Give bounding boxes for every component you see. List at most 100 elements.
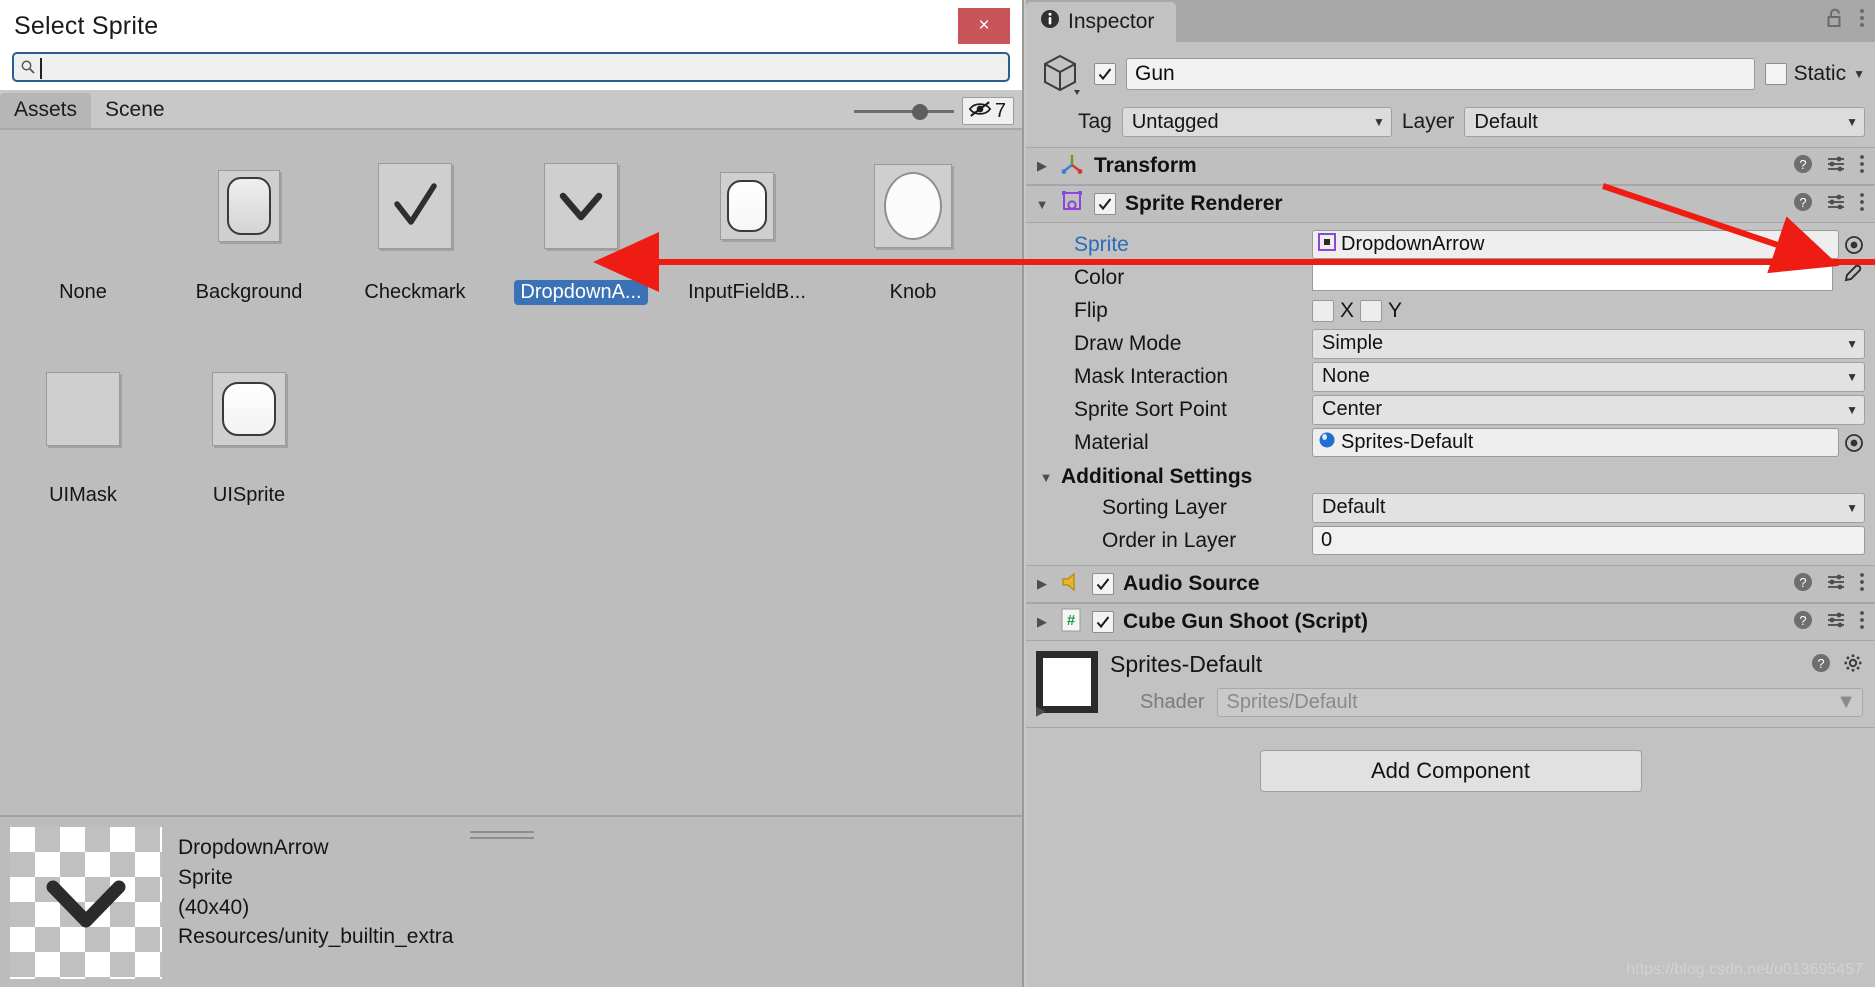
- help-icon[interactable]: ?: [1793, 192, 1813, 217]
- draw-mode-dropdown[interactable]: Simple ▼: [1312, 328, 1865, 359]
- search-icon: [20, 59, 36, 75]
- chevron-down-icon: ▼: [1846, 402, 1858, 417]
- tag-dropdown[interactable]: Untagged ▼: [1121, 107, 1392, 137]
- flip-toggle-group: X Y: [1312, 299, 1402, 323]
- property-label: Flip: [1074, 298, 1108, 322]
- foldout-arrow-icon[interactable]: ▶: [1036, 703, 1046, 719]
- flip-y-checkbox[interactable]: [1360, 299, 1383, 322]
- kebab-menu-icon[interactable]: [1859, 610, 1865, 635]
- flip-x-checkbox[interactable]: [1312, 299, 1334, 322]
- property-label: Sprite: [1074, 232, 1129, 256]
- thumbnail-size-slider[interactable]: [850, 97, 958, 125]
- eyedropper-icon[interactable]: [1839, 263, 1865, 292]
- resize-grip[interactable]: [470, 831, 534, 843]
- tag-label: Tag: [1078, 110, 1112, 133]
- property-label: Sprite Sort Point: [1074, 397, 1227, 421]
- tab-assets[interactable]: Assets: [0, 92, 92, 128]
- foldout-arrow-icon[interactable]: ▼: [1038, 470, 1054, 485]
- sprite-object-field[interactable]: DropdownArrow: [1312, 230, 1839, 259]
- gear-icon[interactable]: [1843, 653, 1863, 678]
- tab-scene[interactable]: Scene: [91, 93, 179, 128]
- foldout-arrow-icon[interactable]: ▶: [1034, 614, 1050, 630]
- sprite-renderer-enabled-checkbox[interactable]: [1094, 193, 1116, 215]
- chevron-down-icon[interactable]: ▼: [1853, 67, 1865, 81]
- sorting-layer-dropdown[interactable]: Default ▼: [1312, 492, 1865, 523]
- static-checkbox[interactable]: [1764, 63, 1787, 85]
- slider-track: [853, 110, 954, 113]
- property-row-color: Color: [1036, 261, 1865, 294]
- svg-text:?: ?: [1799, 157, 1806, 172]
- kebab-menu-icon[interactable]: [1859, 192, 1865, 217]
- order-in-layer-input[interactable]: [1312, 526, 1865, 555]
- preview-type: Sprite: [178, 865, 233, 889]
- color-swatch-field[interactable]: [1312, 264, 1833, 291]
- preset-icon[interactable]: [1826, 154, 1846, 179]
- search-input[interactable]: [36, 58, 1002, 76]
- svg-text:?: ?: [1799, 613, 1806, 628]
- gameobject-enabled-checkbox[interactable]: [1094, 63, 1116, 85]
- audio-source-enabled-checkbox[interactable]: [1092, 573, 1114, 595]
- layer-value: Default: [1474, 110, 1538, 133]
- sprite-picker-button[interactable]: [1843, 234, 1865, 256]
- sprite-item-dropdownarrow[interactable]: DropdownA...: [498, 152, 664, 305]
- search-box[interactable]: [12, 52, 1010, 82]
- kebab-menu-icon[interactable]: [1859, 572, 1865, 597]
- shader-dropdown[interactable]: Sprites/Default ▼: [1216, 688, 1863, 717]
- preset-icon[interactable]: [1826, 610, 1846, 635]
- sprite-thumb: [46, 361, 120, 457]
- add-component-button[interactable]: Add Component: [1259, 750, 1642, 792]
- property-row-flip: Flip X Y: [1036, 294, 1865, 327]
- sprite-item-checkmark[interactable]: Checkmark: [332, 152, 498, 305]
- component-header-cube-gun-shoot[interactable]: ▶ # Cube Gun Shoot (Script) ?: [1026, 603, 1875, 641]
- eye-off-icon: [968, 99, 992, 124]
- sprite-thumb: [720, 158, 774, 254]
- mask-interaction-dropdown[interactable]: None ▼: [1312, 361, 1865, 392]
- inputfield-background-sprite-icon: [720, 172, 774, 240]
- material-actions: ?: [1811, 653, 1863, 678]
- help-icon[interactable]: ?: [1811, 653, 1831, 678]
- lock-open-icon[interactable]: [1825, 7, 1845, 34]
- material-picker-button[interactable]: [1843, 432, 1865, 454]
- svg-text:#: #: [1067, 612, 1076, 629]
- chevron-down-icon: ▼: [1372, 115, 1385, 129]
- property-field: Default ▼: [1312, 492, 1865, 523]
- tab-inspector[interactable]: Inspector: [1026, 2, 1177, 42]
- inspector-tabbar: Inspector: [1026, 0, 1875, 42]
- sprite-item-label: InputFieldB...: [688, 281, 806, 303]
- close-button[interactable]: ×: [958, 8, 1010, 44]
- component-header-transform[interactable]: ▶ Transform ?: [1026, 147, 1875, 185]
- property-field: X Y: [1312, 299, 1865, 323]
- gameobject-name-field[interactable]: [1126, 58, 1755, 90]
- help-icon[interactable]: ?: [1793, 572, 1813, 597]
- hidden-assets-toggle[interactable]: 7: [961, 97, 1014, 125]
- slider-knob[interactable]: [911, 104, 928, 120]
- help-icon[interactable]: ?: [1793, 610, 1813, 635]
- preset-icon[interactable]: [1826, 572, 1846, 597]
- foldout-arrow-icon[interactable]: ▶: [1034, 576, 1050, 592]
- material-object-field[interactable]: Sprites-Default: [1312, 428, 1839, 457]
- sprite-thumb: [378, 158, 452, 254]
- sprite-item-label: Knob: [889, 281, 937, 303]
- preset-icon[interactable]: [1826, 192, 1846, 217]
- sorting-layer-value: Default: [1322, 496, 1386, 518]
- sprite-item-knob[interactable]: Knob: [830, 152, 996, 305]
- sprite-item-none[interactable]: None: [0, 152, 166, 305]
- additional-settings-foldout[interactable]: ▼ Additional Settings: [1036, 459, 1865, 491]
- component-header-audio-source[interactable]: ▶ Audio Source ?: [1026, 565, 1875, 603]
- layer-dropdown[interactable]: Default ▼: [1464, 107, 1865, 137]
- foldout-arrow-icon[interactable]: ▶: [1034, 158, 1050, 174]
- sprite-item-background[interactable]: Background: [166, 152, 332, 305]
- foldout-arrow-icon[interactable]: ▼: [1034, 197, 1050, 212]
- uimask-sprite-icon: [46, 372, 120, 446]
- help-icon[interactable]: ?: [1793, 154, 1813, 179]
- search-row: [0, 52, 1022, 90]
- property-row-mask-interaction: Mask Interaction None ▼: [1036, 360, 1865, 393]
- sprite-item-uisprite[interactable]: UISprite: [166, 355, 332, 508]
- sprite-item-uimask[interactable]: UIMask: [0, 355, 166, 508]
- sprite-sort-point-dropdown[interactable]: Center ▼: [1312, 394, 1865, 425]
- kebab-menu-icon[interactable]: [1859, 7, 1865, 34]
- sprite-item-inputfieldbackground[interactable]: InputFieldB...: [664, 152, 830, 305]
- kebab-menu-icon[interactable]: [1859, 154, 1865, 179]
- script-enabled-checkbox[interactable]: [1092, 611, 1114, 633]
- component-header-sprite-renderer[interactable]: ▼ Sprite Renderer ?: [1026, 185, 1875, 223]
